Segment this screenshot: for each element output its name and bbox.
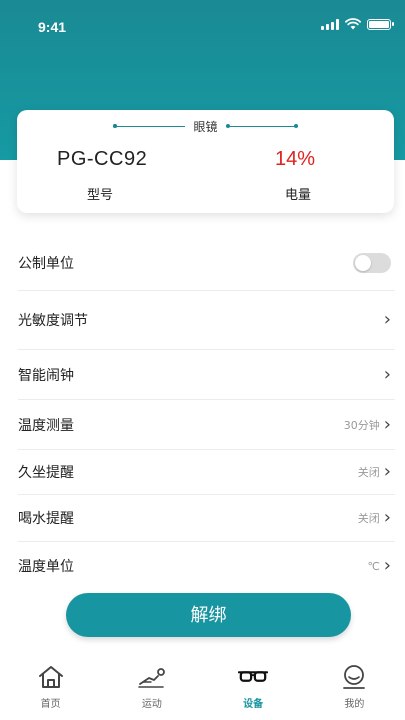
model-label: 型号 <box>87 188 114 203</box>
chevron-right-icon: › <box>383 363 391 385</box>
setting-right: 关闭 › <box>358 495 391 541</box>
tab-label: 运动 <box>141 699 162 710</box>
setting-right: ℃ › <box>367 542 391 590</box>
setting-row-sedentary-reminder[interactable]: 久坐提醒 关闭 › <box>18 450 395 495</box>
running-icon <box>137 662 167 692</box>
setting-row-temperature-unit[interactable]: 温度单位 ℃ › <box>18 542 395 590</box>
device-card: 眼镜 PG-CC92 14% 型号 电量 <box>17 110 394 213</box>
setting-value: 关闭 <box>357 512 380 525</box>
tab-label: 首页 <box>40 699 61 710</box>
chevron-right-icon: › <box>383 507 391 528</box>
setting-label: 久坐提醒 <box>18 465 74 481</box>
tab-home[interactable]: 首页 <box>0 656 101 720</box>
divider-line-left <box>113 124 186 128</box>
model-value: PG-CC92 <box>57 148 148 170</box>
divider-line-right <box>225 124 298 128</box>
battery-label: 电量 <box>285 188 312 203</box>
tab-profile[interactable]: 我的 <box>304 656 405 720</box>
setting-value: 30分钟 <box>343 418 380 432</box>
battery-value: 14% <box>275 148 316 170</box>
card-title-row: 眼镜 <box>17 118 394 135</box>
settings-list: 公制单位 光敏度调节 › 智能闹钟 › 温度测量 30分钟 › 久坐提醒 关闭 … <box>18 236 395 590</box>
metric-unit-toggle[interactable] <box>353 253 391 273</box>
chevron-right-icon: › <box>383 461 391 482</box>
tab-bar: 首页 运动 设备 我的 <box>0 656 405 720</box>
chevron-right-icon: › <box>383 309 391 330</box>
home-icon <box>36 662 66 692</box>
status-bar: 9:41 <box>0 0 405 54</box>
setting-label: 温度测量 <box>18 417 74 434</box>
setting-label: 智能闹钟 <box>18 367 74 384</box>
setting-right: 关闭 › <box>358 450 391 494</box>
tab-device[interactable]: 设备 <box>203 656 304 720</box>
chevron-right-icon: › <box>383 413 391 435</box>
card-title: 眼镜 <box>193 120 218 134</box>
setting-row-smart-alarm[interactable]: 智能闹钟 › <box>18 350 395 400</box>
setting-label: 公制单位 <box>18 256 74 272</box>
setting-row-metric-unit[interactable]: 公制单位 <box>18 236 395 291</box>
setting-label: 喝水提醒 <box>18 511 74 527</box>
status-icons <box>321 18 394 30</box>
battery-icon <box>367 18 394 30</box>
setting-right: › <box>384 291 391 349</box>
tab-label: 设备 <box>243 699 264 710</box>
setting-row-light-sensitivity[interactable]: 光敏度调节 › <box>18 291 395 350</box>
signal-icon <box>321 18 339 30</box>
setting-row-water-reminder[interactable]: 喝水提醒 关闭 › <box>18 495 395 542</box>
setting-right <box>353 236 391 290</box>
setting-label: 温度单位 <box>18 559 74 575</box>
profile-icon <box>339 662 369 692</box>
setting-value: ℃ <box>367 559 380 573</box>
unbind-button[interactable]: 解绑 <box>66 593 351 637</box>
setting-row-temperature-measure[interactable]: 温度测量 30分钟 › <box>18 400 395 450</box>
tab-sport[interactable]: 运动 <box>101 656 202 720</box>
tab-label: 我的 <box>344 699 365 710</box>
chevron-right-icon: › <box>383 555 391 576</box>
setting-right: 30分钟 › <box>344 400 391 449</box>
glasses-icon <box>238 662 269 692</box>
status-time: 9:41 <box>38 19 67 35</box>
setting-label: 光敏度调节 <box>18 313 88 329</box>
wifi-icon <box>345 18 361 30</box>
setting-value: 关闭 <box>357 466 380 479</box>
setting-right: › <box>384 350 391 399</box>
toggle-knob <box>355 255 371 271</box>
